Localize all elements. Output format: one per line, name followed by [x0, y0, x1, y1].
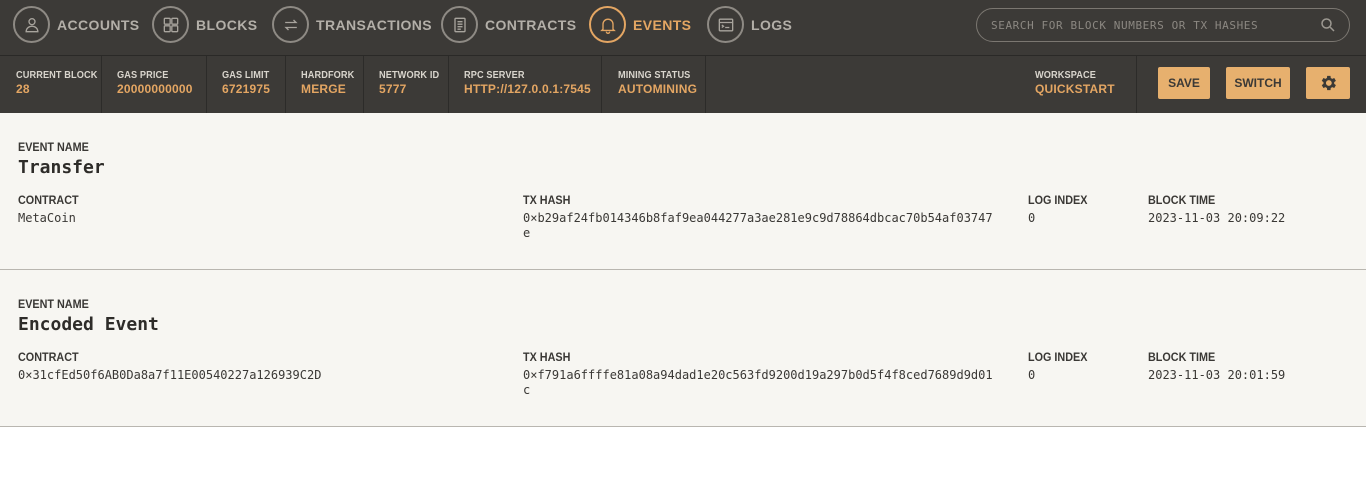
divider [1136, 56, 1137, 113]
block-time-value: 2023-11-03 20:01:59 [1148, 368, 1286, 382]
tx-hash-label: TX HASH [523, 193, 571, 207]
divider [101, 56, 102, 113]
contract-value: MetaCoin [18, 211, 76, 225]
stat-value: 5777 [379, 82, 407, 96]
block-time-label: BLOCK TIME [1148, 350, 1216, 364]
gear-icon [1321, 75, 1336, 91]
stat-label: RPC SERVER [464, 70, 525, 81]
stat-gas-price: GAS PRICE 20000000000 [117, 56, 193, 113]
event-name: Encoded Event [18, 314, 159, 335]
contracts-icon [441, 6, 478, 43]
divider [363, 56, 364, 113]
nav-contracts-label: CONTRACTS [485, 16, 577, 33]
divider [285, 56, 286, 113]
stat-value: MERGE [301, 82, 347, 96]
stat-label: GAS LIMIT [222, 70, 270, 81]
stat-rpc-server: RPC SERVER HTTP://127.0.0.1:7545 [464, 56, 591, 113]
search-input[interactable] [989, 17, 1319, 33]
stat-label: MINING STATUS [618, 70, 691, 81]
stat-label: CURRENT BLOCK [16, 70, 98, 81]
contract-label: CONTRACT [18, 193, 79, 207]
logs-icon [707, 6, 744, 43]
nav-events[interactable]: EVENTS [589, 6, 691, 43]
event-name: Transfer [18, 157, 105, 178]
search-box[interactable] [976, 8, 1350, 42]
stat-label: GAS PRICE [117, 70, 169, 81]
stat-label: HARDFORK [301, 70, 355, 81]
nav-blocks[interactable]: BLOCKS [152, 6, 258, 43]
event-name-label: EVENT NAME [18, 140, 89, 154]
stat-value: 28 [16, 82, 30, 96]
account-icon [13, 6, 50, 43]
divider [601, 56, 602, 113]
bell-icon [589, 6, 626, 43]
nav-blocks-label: BLOCKS [196, 16, 258, 33]
nav-logs-label: LOGS [751, 16, 793, 33]
divider [448, 56, 449, 113]
stat-value: 20000000000 [117, 82, 193, 96]
stat-current-block: CURRENT BLOCK 28 [16, 56, 105, 113]
divider [705, 56, 706, 113]
event-row[interactable]: EVENT NAME Transfer CONTRACT MetaCoin TX… [0, 113, 1366, 270]
save-button[interactable]: SAVE [1158, 67, 1210, 99]
tx-hash-label: TX HASH [523, 350, 571, 364]
stat-label: WORKSPACE [1035, 70, 1096, 81]
stat-mining-status: MINING STATUS AUTOMINING [618, 56, 697, 113]
stat-value: QUICKSTART [1035, 82, 1115, 96]
stat-network-id: NETWORK ID 5777 [379, 56, 444, 113]
block-time-value: 2023-11-03 20:09:22 [1148, 211, 1286, 225]
nav-accounts[interactable]: ACCOUNTS [13, 6, 140, 43]
nav-accounts-label: ACCOUNTS [57, 16, 140, 33]
tx-hash-value: 0×b29af24fb014346b8faf9ea044277a3ae281e9… [523, 211, 993, 240]
transactions-icon [272, 6, 309, 43]
block-time-label: BLOCK TIME [1148, 193, 1216, 207]
search-icon[interactable] [1319, 16, 1337, 34]
divider [206, 56, 207, 113]
log-index-value: 0 [1028, 368, 1036, 382]
stat-value: HTTP://127.0.0.1:7545 [464, 82, 591, 96]
log-index-value: 0 [1028, 211, 1036, 225]
stat-workspace: WORKSPACE QUICKSTART [1035, 56, 1115, 113]
settings-button[interactable] [1306, 67, 1350, 99]
event-row[interactable]: EVENT NAME Encoded Event CONTRACT 0×31cf… [0, 270, 1366, 427]
stat-label: NETWORK ID [379, 70, 440, 81]
nav-transactions-label: TRANSACTIONS [316, 16, 433, 33]
switch-button[interactable]: SWITCH [1226, 67, 1290, 99]
tx-hash-value: 0×f791a6ffffe81a08a94dad1e20c563fd9200d1… [523, 368, 993, 397]
nav-events-label: EVENTS [633, 16, 692, 33]
log-index-label: LOG INDEX [1028, 193, 1088, 207]
top-navigation: ACCOUNTS BLOCKS TRANSACTIONS CONTRACTS E… [0, 0, 1366, 56]
events-list: EVENT NAME Transfer CONTRACT MetaCoin TX… [0, 113, 1366, 427]
log-index-label: LOG INDEX [1028, 350, 1088, 364]
nav-transactions[interactable]: TRANSACTIONS [272, 6, 432, 43]
stat-value: AUTOMINING [618, 82, 698, 96]
contract-value: 0×31cfEd50f6AB0Da8a7f11E00540227a126939C… [18, 368, 322, 382]
stat-value: 6721975 [222, 82, 271, 96]
stat-hardfork: HARDFORK MERGE [301, 56, 359, 113]
contract-label: CONTRACT [18, 350, 79, 364]
stat-gas-limit: GAS LIMIT 6721975 [222, 56, 273, 113]
event-name-label: EVENT NAME [18, 297, 89, 311]
nav-contracts[interactable]: CONTRACTS [441, 6, 576, 43]
blocks-icon [152, 6, 189, 43]
nav-logs[interactable]: LOGS [707, 6, 792, 43]
